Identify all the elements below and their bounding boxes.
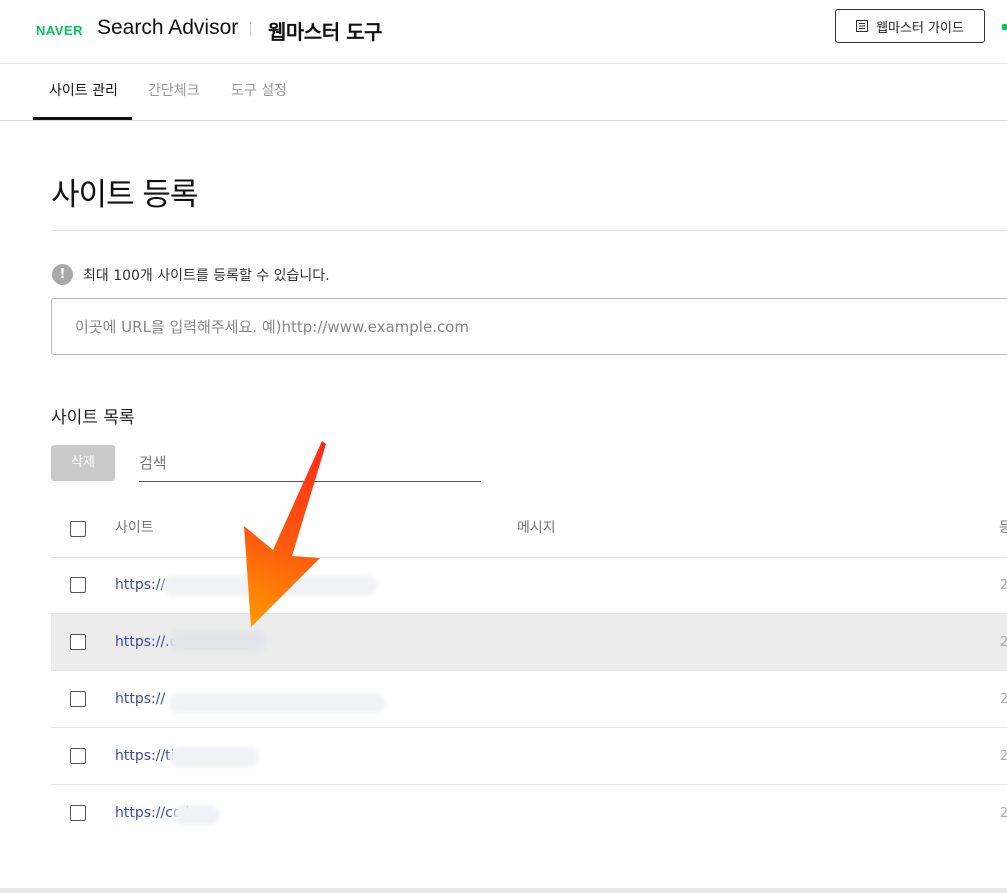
tab-tool-settings[interactable]: 도구 설정 — [231, 63, 287, 120]
tab-bar: 사이트 관리 간단체크 도구 설정 — [0, 63, 1007, 121]
active-tab-indicator — [33, 117, 132, 120]
row-checkbox[interactable] — [70, 805, 86, 821]
table-header: 사이트 메시지 등 — [51, 500, 1007, 558]
column-message: 메시지 — [517, 520, 556, 536]
table-row[interactable]: https://tistory.com 2 — [51, 728, 1007, 785]
site-url-link[interactable]: https:// — [115, 557, 165, 614]
redacted-region — [163, 576, 377, 596]
list-icon — [856, 20, 869, 32]
registered-date: 2 — [1000, 578, 1007, 593]
row-checkbox[interactable] — [70, 748, 86, 764]
table-row[interactable]: https://.co.kr 2 — [51, 614, 1007, 671]
top-header: NAVER Search Advisor 웹마스터 도구 웹마스터 가이드 — [0, 0, 1007, 64]
site-limit-notice: 최대 100개 사이트를 등록할 수 있습니다. — [83, 268, 330, 284]
table-row[interactable]: https:// 2 — [51, 557, 1007, 614]
edge-menu-indicator[interactable] — [1002, 24, 1007, 30]
registered-date: 2 — [1000, 692, 1007, 707]
redacted-region — [169, 747, 259, 767]
naver-logo[interactable]: NAVER — [36, 23, 83, 38]
redacted-region — [169, 631, 267, 651]
row-checkbox[interactable] — [70, 577, 86, 593]
select-all-checkbox[interactable] — [70, 521, 86, 537]
delete-button[interactable]: 삭제 — [51, 445, 115, 481]
row-checkbox[interactable] — [70, 691, 86, 707]
info-icon: ! — [52, 264, 73, 285]
search-advisor-logo[interactable]: Search Advisor — [97, 16, 238, 40]
page-title: 사이트 등록 — [51, 177, 198, 213]
table-row[interactable]: https://co.kr 2 — [51, 785, 1007, 842]
site-search-box — [139, 445, 481, 482]
registered-date: 2 — [1000, 806, 1007, 821]
table-row[interactable]: https:// 2 — [51, 671, 1007, 728]
webmaster-guide-button[interactable]: 웹마스터 가이드 — [835, 9, 985, 43]
column-date: 등 — [999, 520, 1007, 536]
registered-date: 2 — [1000, 749, 1007, 764]
page-bottom-edge — [0, 888, 1007, 893]
tab-site-management[interactable]: 사이트 관리 — [49, 63, 118, 120]
site-url-link[interactable]: https:// — [115, 671, 165, 728]
site-list-title: 사이트 목록 — [51, 408, 135, 428]
site-url-input[interactable] — [51, 298, 1007, 355]
registered-date: 2 — [1000, 635, 1007, 650]
redacted-region — [174, 805, 220, 825]
tab-simple-check[interactable]: 간단체크 — [148, 63, 200, 120]
site-search-input[interactable] — [139, 445, 481, 481]
webmaster-tools-title: 웹마스터 도구 — [268, 20, 382, 44]
guide-button-label: 웹마스터 가이드 — [876, 20, 964, 36]
row-checkbox[interactable] — [70, 634, 86, 650]
column-site: 사이트 — [115, 520, 154, 536]
title-divider — [51, 230, 1007, 231]
redacted-region — [169, 693, 385, 713]
header-divider — [250, 22, 251, 36]
